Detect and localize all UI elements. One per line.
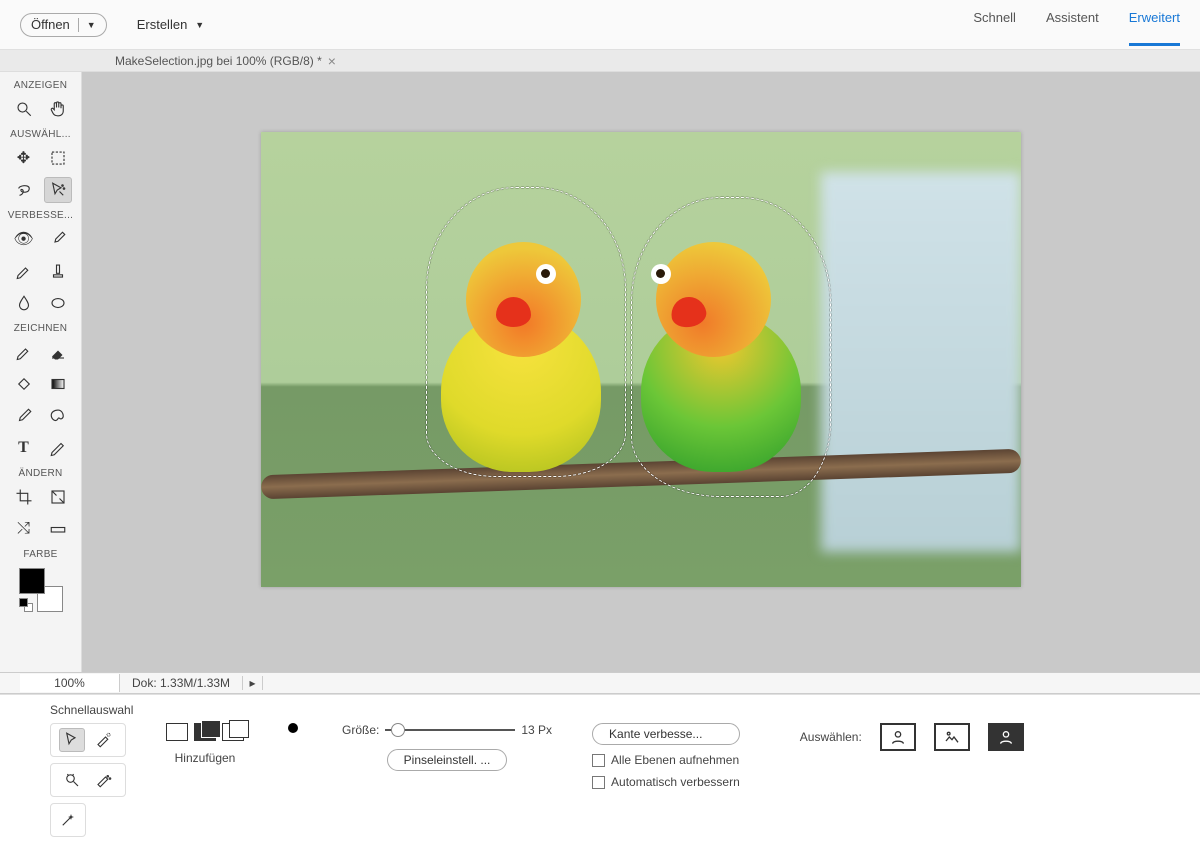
- tool-variant-group: [50, 723, 126, 757]
- brush-size-control: Größe: 13 Px: [342, 723, 552, 737]
- checkbox-label: Automatisch verbessern: [611, 775, 740, 789]
- hand-tool[interactable]: [44, 96, 72, 122]
- select-sky-button[interactable]: [988, 723, 1024, 751]
- open-label: Öffnen: [31, 17, 70, 32]
- brush-tool[interactable]: [10, 339, 38, 365]
- brush-preview-icon: [288, 723, 298, 733]
- document-canvas[interactable]: [261, 132, 1021, 587]
- move-tool[interactable]: ✥: [10, 145, 38, 171]
- create-label: Erstellen: [137, 17, 188, 32]
- pencil-tool[interactable]: [44, 435, 72, 461]
- subtract-selection-mode[interactable]: [222, 723, 244, 741]
- tab-quick[interactable]: Schnell: [973, 4, 1016, 46]
- color-swatches[interactable]: [19, 568, 63, 612]
- selection-mode-group: [166, 723, 244, 741]
- selection-marquee-2: [631, 197, 831, 497]
- chevron-down-icon: ▼: [87, 20, 96, 30]
- quick-select-tool[interactable]: [44, 177, 72, 203]
- tool-variant-group-2: [50, 763, 126, 797]
- tool-options-panel: Schnellauswahl Hinzufügen: [0, 694, 1200, 845]
- redeye-tool[interactable]: 👁: [10, 226, 38, 252]
- checkbox-label: Alle Ebenen aufnehmen: [611, 753, 739, 767]
- reset-colors-icon[interactable]: [19, 598, 33, 612]
- auto-select-variant[interactable]: [59, 808, 77, 832]
- select-label: Auswählen:: [800, 730, 862, 744]
- refine-brush-variant[interactable]: [91, 768, 117, 792]
- document-tab[interactable]: MakeSelection.jpg bei 100% (RGB/8) * ×: [115, 53, 336, 69]
- section-draw: ZEICHNEN: [14, 323, 68, 334]
- checkbox-icon: [592, 776, 605, 789]
- document-tab-strip: MakeSelection.jpg bei 100% (RGB/8) * ×: [0, 50, 1200, 72]
- magic-wand-variant[interactable]: [59, 768, 85, 792]
- healing-brush-tool[interactable]: [10, 258, 38, 284]
- clone-stamp-tool[interactable]: [44, 258, 72, 284]
- tool-panel: ANZEIGEN AUSWÄHL... ✥ VERBESSE... 👁 ZEIC…: [0, 72, 82, 672]
- section-modify: ÄNDERN: [18, 468, 62, 479]
- close-icon[interactable]: ×: [328, 53, 336, 69]
- paint-bucket-tool[interactable]: [10, 371, 38, 397]
- auto-select-section: Auswählen:: [800, 723, 1024, 751]
- size-label: Größe:: [342, 723, 379, 737]
- recompose-tool[interactable]: [44, 484, 72, 510]
- canvas-area[interactable]: [82, 72, 1200, 672]
- sample-all-layers-checkbox[interactable]: Alle Ebenen aufnehmen: [592, 753, 740, 767]
- size-value: 13 Px: [521, 723, 552, 737]
- add-selection-mode[interactable]: [194, 723, 216, 741]
- tab-guided[interactable]: Assistent: [1046, 4, 1099, 46]
- quick-select-variant[interactable]: [59, 728, 85, 752]
- new-selection-mode[interactable]: [166, 723, 188, 741]
- document-size: Dok: 1.33M/1.33M: [120, 676, 243, 690]
- section-enhance: VERBESSE...: [8, 210, 74, 221]
- select-background-button[interactable]: [934, 723, 970, 751]
- tool-variant-group-3: [50, 803, 86, 837]
- open-button[interactable]: Öffnen ▼: [20, 13, 107, 37]
- section-view: ANZEIGEN: [14, 80, 68, 91]
- document-tab-label: MakeSelection.jpg bei 100% (RGB/8) *: [115, 54, 322, 68]
- checkbox-icon: [592, 754, 605, 767]
- marquee-tool[interactable]: [44, 145, 72, 171]
- refine-edge-button[interactable]: Kante verbesse...: [592, 723, 740, 745]
- zoom-tool[interactable]: [10, 96, 38, 122]
- section-color: FARBE: [23, 549, 57, 560]
- straighten-tool[interactable]: [44, 516, 72, 542]
- text-tool[interactable]: T: [10, 435, 38, 461]
- chevron-down-icon: ▼: [195, 20, 204, 30]
- status-bar: 100% Dok: 1.33M/1.33M ▸: [0, 672, 1200, 694]
- selection-brush-variant[interactable]: [91, 728, 117, 752]
- zoom-level[interactable]: 100%: [20, 674, 120, 692]
- top-bar: Öffnen ▼ Erstellen ▼ Schnell Assistent E…: [0, 0, 1200, 50]
- shape-tool[interactable]: [44, 403, 72, 429]
- sponge-tool[interactable]: [44, 290, 72, 316]
- mode-tabs: Schnell Assistent Erweitert: [973, 4, 1180, 46]
- content-aware-move-tool[interactable]: ⤭: [10, 516, 38, 542]
- eyedropper-plus-tool[interactable]: [44, 226, 72, 252]
- tool-options-title: Schnellauswahl: [50, 703, 1160, 717]
- select-subject-button[interactable]: [880, 723, 916, 751]
- slider-thumb[interactable]: [391, 723, 405, 737]
- blur-tool[interactable]: [10, 290, 38, 316]
- tab-expert[interactable]: Erweitert: [1129, 4, 1180, 46]
- selection-mode-label: Hinzufügen: [175, 751, 236, 765]
- eraser-tool[interactable]: [44, 339, 72, 365]
- foreground-color-swatch[interactable]: [19, 568, 45, 594]
- auto-enhance-checkbox[interactable]: Automatisch verbessern: [592, 775, 740, 789]
- image-window: [821, 172, 1021, 552]
- gradient-tool[interactable]: [44, 371, 72, 397]
- lasso-tool[interactable]: [10, 177, 38, 203]
- brush-settings-button[interactable]: Pinseleinstell. ...: [387, 749, 508, 771]
- main-area: ANZEIGEN AUSWÄHL... ✥ VERBESSE... 👁 ZEIC…: [0, 72, 1200, 672]
- status-menu-arrow[interactable]: ▸: [243, 676, 263, 690]
- selection-marquee-1: [426, 187, 626, 477]
- eyedropper-tool[interactable]: [10, 403, 38, 429]
- crop-tool[interactable]: [10, 484, 38, 510]
- section-select: AUSWÄHL...: [10, 129, 71, 140]
- create-button[interactable]: Erstellen ▼: [137, 17, 205, 32]
- size-slider[interactable]: [385, 729, 515, 731]
- divider: [78, 18, 79, 32]
